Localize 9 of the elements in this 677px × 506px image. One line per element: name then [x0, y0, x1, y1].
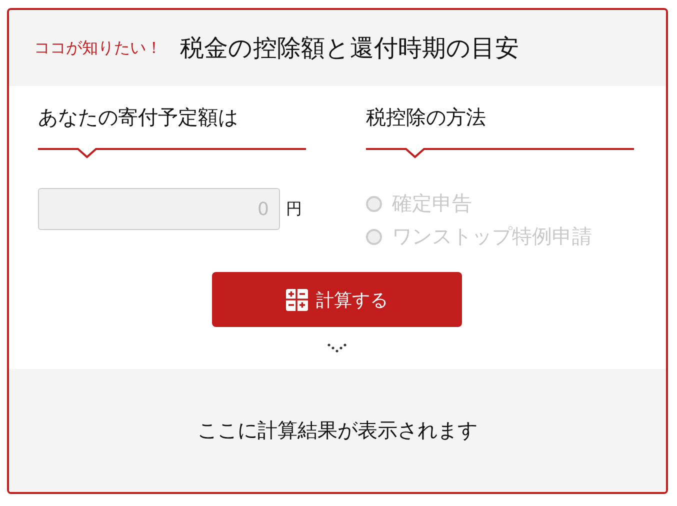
result-text: ここに計算結果が表示されます — [198, 417, 478, 444]
panel-title: 税金の控除額と還付時期の目安 — [180, 33, 519, 64]
section-heading: 税控除の方法 — [366, 104, 487, 131]
header-tag: ココが知りたい！ — [34, 38, 162, 58]
calculator-icon — [286, 288, 308, 310]
section-heading: あなたの寄付予定額は — [38, 104, 239, 131]
calculate-button[interactable]: 計算する — [212, 272, 462, 327]
unit-label: 円 — [286, 198, 302, 220]
down-dots-icon — [327, 343, 347, 353]
